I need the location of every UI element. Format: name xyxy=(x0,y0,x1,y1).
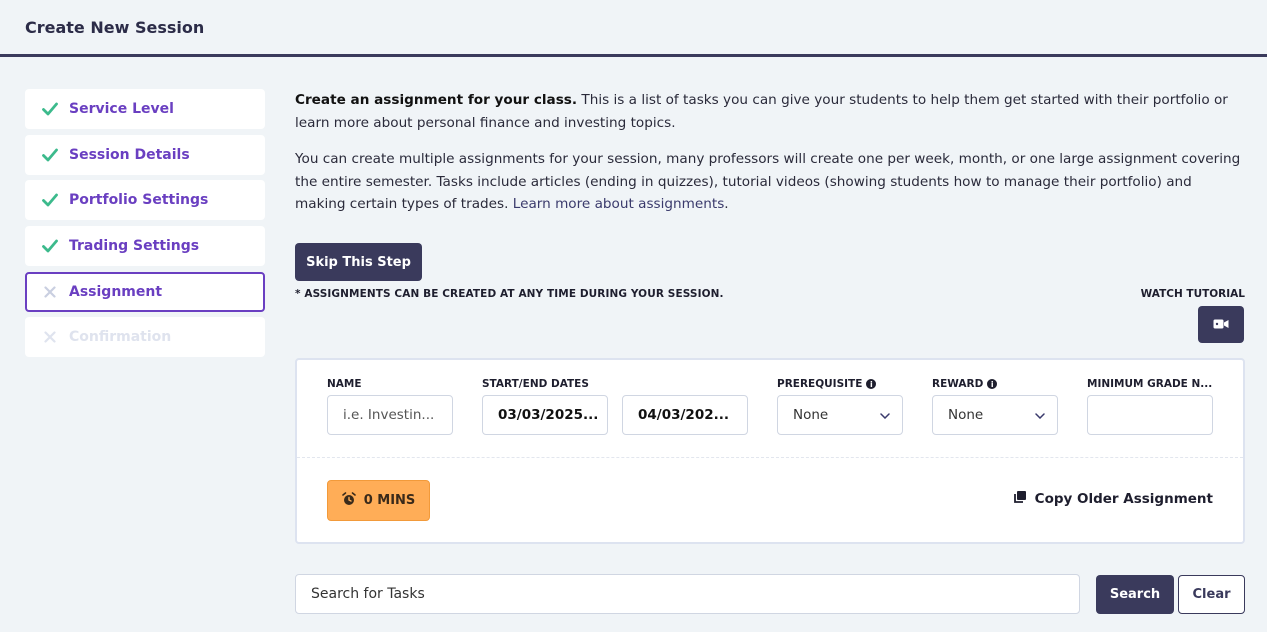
alarm-clock-icon xyxy=(341,491,356,510)
step-label: Service Level xyxy=(69,101,174,117)
step-assignment[interactable]: Assignment xyxy=(25,271,265,312)
chevron-down-icon xyxy=(880,407,890,423)
step-label: Session Details xyxy=(69,146,190,163)
page-title: Create New Session xyxy=(25,18,205,37)
step-confirmation: Confirmation xyxy=(25,317,265,358)
assignment-intro: Create an assignment for your class. Thi… xyxy=(295,89,1245,216)
step-trading-settings[interactable]: Trading Settings xyxy=(25,226,265,267)
prerequisite-label: PREREQUISITE i xyxy=(777,378,877,390)
step-portfolio-settings[interactable]: Portfolio Settings xyxy=(25,180,265,221)
check-icon xyxy=(41,237,59,255)
step-label: Trading Settings xyxy=(69,238,200,255)
start-date-input[interactable]: 03/03/2025... xyxy=(482,395,608,435)
duration-button[interactable]: 0 MINS xyxy=(327,480,430,521)
min-grade-input[interactable] xyxy=(1087,395,1213,435)
watch-tutorial-label: WATCH TUTORIAL xyxy=(1140,288,1245,300)
step-label: Confirmation xyxy=(69,329,172,346)
page-header: Create New Session xyxy=(0,0,1267,57)
name-input[interactable]: i.e. Investin... xyxy=(327,395,453,435)
intro-text-2: You can create multiple assignments for … xyxy=(295,151,1241,212)
duration-label: 0 MINS xyxy=(363,493,416,508)
step-session-details[interactable]: Session Details xyxy=(25,134,265,175)
end-date-input[interactable]: 04/03/202... xyxy=(622,395,748,435)
step-label: Assignment xyxy=(69,283,163,300)
reward-label: REWARD i xyxy=(932,378,998,390)
search-button[interactable]: Search xyxy=(1096,575,1174,614)
check-icon xyxy=(41,191,59,209)
copy-older-label: Copy Older Assignment xyxy=(1034,491,1213,507)
clear-button[interactable]: Clear xyxy=(1178,575,1245,614)
check-icon xyxy=(41,146,59,164)
intro-heading: Create an assignment for your class. xyxy=(295,92,578,108)
prerequisite-value: None xyxy=(793,407,829,423)
step-service-level[interactable]: Service Level xyxy=(25,89,265,129)
video-camera-icon xyxy=(1213,315,1229,334)
intro-paragraph-2: You can create multiple assignments for … xyxy=(295,148,1245,216)
reward-value: None xyxy=(948,407,984,423)
intro-paragraph: Create an assignment for your class. Thi… xyxy=(295,89,1245,134)
assignment-note: * ASSIGNMENTS CAN BE CREATED AT ANY TIME… xyxy=(295,288,724,300)
step-list: Service Level Session Details Portfolio … xyxy=(25,89,265,363)
watch-tutorial-button[interactable] xyxy=(1198,306,1244,343)
min-grade-label: MINIMUM GRADE N... xyxy=(1087,378,1213,390)
assignment-form-card: NAME i.e. Investin... START/END DATES 03… xyxy=(295,358,1245,544)
search-tasks-input[interactable] xyxy=(295,574,1080,614)
assignment-fields-row: NAME i.e. Investin... START/END DATES 03… xyxy=(297,360,1243,458)
step-label: Portfolio Settings xyxy=(69,192,209,209)
link-suffix: . xyxy=(724,196,729,212)
name-label: NAME xyxy=(327,378,362,390)
info-icon[interactable]: i xyxy=(866,379,877,389)
dates-label: START/END DATES xyxy=(482,378,589,390)
x-icon xyxy=(41,328,59,346)
reward-label-text: REWARD xyxy=(932,378,984,390)
skip-step-button[interactable]: Skip This Step xyxy=(295,243,422,281)
prerequisite-select[interactable]: None xyxy=(777,395,903,435)
prerequisite-label-text: PREREQUISITE xyxy=(777,378,863,390)
reward-select[interactable]: None xyxy=(932,395,1058,435)
check-icon xyxy=(41,100,59,118)
info-icon[interactable]: i xyxy=(987,379,998,389)
x-icon xyxy=(41,283,59,301)
copy-older-assignment-button[interactable]: Copy Older Assignment xyxy=(1013,490,1213,508)
copy-icon xyxy=(1013,490,1027,508)
learn-more-link[interactable]: Learn more about assignments xyxy=(513,196,725,212)
chevron-down-icon xyxy=(1035,407,1045,423)
